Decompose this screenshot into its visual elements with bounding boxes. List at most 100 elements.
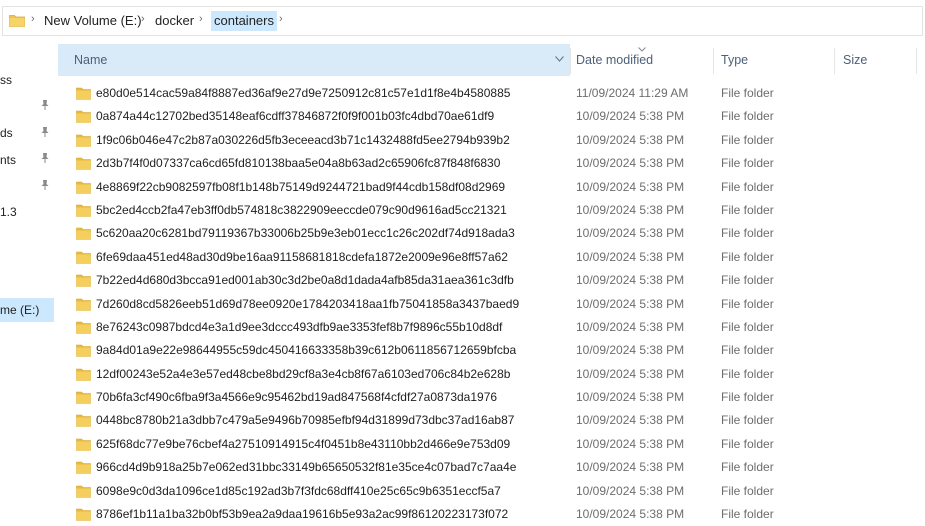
- file-type: File folder: [721, 179, 774, 194]
- column-header-type[interactable]: Type: [721, 44, 748, 76]
- file-date-modified: 10/09/2024 5:38 PM: [576, 156, 685, 171]
- file-name: 7d260d8cd5826eeb51d69d78ee0920e178420341…: [96, 296, 520, 311]
- list-item[interactable]: 9a84d01a9e22e98644955c59dc450416633358b3…: [58, 339, 925, 362]
- folder-icon: [76, 391, 91, 404]
- list-item[interactable]: 6fe69daa451ed48ad30d9be16aa91158681818cd…: [58, 246, 925, 269]
- nav-item-1[interactable]: ss: [0, 73, 12, 87]
- nav-item-3[interactable]: nts: [0, 153, 16, 167]
- file-name: 1f9c06b046e47c2b87a030226d5fb3eceeacd3b7…: [96, 132, 510, 147]
- breadcrumb-docker[interactable]: docker: [152, 11, 197, 31]
- folder-icon: [76, 134, 91, 147]
- nav-item-2[interactable]: ds: [0, 126, 13, 140]
- column-dropdown-icon[interactable]: [555, 56, 564, 62]
- list-item[interactable]: 2d3b7f4f0d07337ca6cd65fd810138baa5e04a8b…: [58, 152, 925, 175]
- folder-icon: [76, 321, 91, 334]
- column-divider[interactable]: [570, 48, 571, 74]
- folder-icon: [76, 87, 91, 100]
- file-type: File folder: [721, 390, 774, 405]
- file-type: File folder: [721, 226, 774, 241]
- file-type: File folder: [721, 343, 774, 358]
- chevron-right-icon[interactable]: ›: [31, 13, 35, 25]
- file-date-modified: 10/09/2024 5:38 PM: [576, 273, 685, 288]
- file-date-modified: 10/09/2024 5:38 PM: [576, 483, 685, 498]
- file-name: e80d0e514cac59a84f8887ed36af9e27d9e72509…: [96, 86, 511, 100]
- column-divider[interactable]: [834, 48, 835, 74]
- file-type: File folder: [721, 156, 774, 171]
- list-item[interactable]: 4e8869f22cb9082597fb08f1b148b75149d92447…: [58, 176, 925, 199]
- file-name: 5bc2ed4ccb2fa47eb3ff0db574818c3822909eec…: [96, 202, 507, 217]
- column-header-date-modified[interactable]: Date modified: [576, 44, 653, 76]
- list-item[interactable]: 70b6fa3cf490c6fba9f3a4566e9c95462bd19ad8…: [58, 386, 925, 409]
- folder-icon: [76, 111, 91, 124]
- list-item[interactable]: 5c620aa20c6281bd79119367b33006b25b9e3eb0…: [58, 222, 925, 245]
- folder-icon: [76, 438, 91, 451]
- folder-icon: [76, 508, 91, 521]
- file-type: File folder: [721, 483, 774, 498]
- file-date-modified: 10/09/2024 5:38 PM: [576, 319, 685, 334]
- pin-icon[interactable]: [39, 126, 51, 138]
- navigation-pane: ss ds nts 1.3 me (E:): [0, 40, 58, 526]
- list-item[interactable]: 8786ef1b11a1ba32b0bf53b9ea2a9daa19616b5e…: [58, 503, 925, 526]
- folder-icon: [76, 485, 91, 498]
- file-name: 12df00243e52a4e3e57ed48cbe8bd29cf8a3e4cb…: [96, 366, 511, 381]
- file-date-modified: 10/09/2024 5:38 PM: [576, 226, 685, 241]
- pin-icon[interactable]: [39, 179, 51, 191]
- nav-item-new-volume[interactable]: me (E:): [0, 298, 54, 322]
- list-item[interactable]: 7d260d8cd5826eeb51d69d78ee0920e178420341…: [58, 293, 925, 316]
- list-item[interactable]: 625f68dc77e9be76cbef4a27510914915c4f0451…: [58, 433, 925, 456]
- file-type: File folder: [721, 273, 774, 288]
- list-item[interactable]: 7b22ed4d680d3bcca91ed001ab30c3d2be0a8d1d…: [58, 269, 925, 292]
- file-date-modified: 10/09/2024 5:38 PM: [576, 202, 685, 217]
- address-bar[interactable]: › New Volume (E:) › docker › containers …: [2, 6, 923, 36]
- folder-icon: [76, 461, 91, 475]
- list-item[interactable]: 0448bc8780b21a3dbb7c479a5e9496b70985efbf…: [58, 409, 925, 432]
- folder-icon: [76, 298, 91, 311]
- file-type: File folder: [721, 319, 774, 334]
- pin-icon[interactable]: [39, 99, 51, 111]
- file-type: File folder: [721, 296, 774, 311]
- file-type: File folder: [721, 249, 774, 264]
- file-date-modified: 10/09/2024 5:38 PM: [576, 366, 685, 381]
- file-date-modified: 10/09/2024 5:38 PM: [576, 343, 685, 358]
- file-type: File folder: [721, 436, 774, 451]
- file-type: File folder: [721, 109, 774, 124]
- file-date-modified: 10/09/2024 5:38 PM: [576, 249, 685, 264]
- list-item[interactable]: 8e76243c0987bdcd4e3a1d9ee3dccc493dfb9ae3…: [58, 316, 925, 339]
- nav-item-4[interactable]: 1.3: [0, 205, 17, 219]
- file-date-modified: 10/09/2024 5:38 PM: [576, 460, 685, 475]
- column-divider[interactable]: [916, 48, 917, 74]
- file-date-modified: 10/09/2024 5:38 PM: [576, 436, 685, 451]
- list-item[interactable]: 5bc2ed4ccb2fa47eb3ff0db574818c3822909eec…: [58, 199, 925, 222]
- list-item[interactable]: 6098e9c0d3da1096ce1d85c192ad3b7f3fdc68df…: [58, 480, 925, 503]
- column-header-size[interactable]: Size: [843, 44, 867, 76]
- list-item[interactable]: 0a874a44c12702bed35148eaf6cdff37846872f0…: [58, 105, 925, 128]
- pin-icon[interactable]: [39, 152, 51, 164]
- file-name: 7b22ed4d680d3bcca91ed001ab30c3d2be0a8d1d…: [96, 273, 514, 288]
- breadcrumb-containers[interactable]: containers: [211, 11, 277, 31]
- file-name: 4e8869f22cb9082597fb08f1b148b75149d92447…: [96, 179, 506, 194]
- list-item[interactable]: 966cd4d9b918a25b7e062ed31bbc33149b656505…: [58, 456, 925, 479]
- file-name: 966cd4d9b918a25b7e062ed31bbc33149b656505…: [96, 460, 517, 475]
- file-date-modified: 10/09/2024 5:38 PM: [576, 179, 685, 194]
- list-item[interactable]: 12df00243e52a4e3e57ed48cbe8bd29cf8a3e4cb…: [58, 363, 925, 386]
- file-name: 6fe69daa451ed48ad30d9be16aa91158681818cd…: [96, 249, 508, 264]
- chevron-right-icon[interactable]: ›: [199, 13, 203, 25]
- file-name: 70b6fa3cf490c6fba9f3a4566e9c95462bd19ad8…: [96, 390, 498, 405]
- file-name: 0a874a44c12702bed35148eaf6cdff37846872f0…: [96, 109, 495, 124]
- file-list: e80d0e514cac59a84f8887ed36af9e27d9e72509…: [58, 82, 925, 526]
- file-date-modified: 11/09/2024 11:29 AM: [576, 86, 689, 100]
- folder-icon: [76, 181, 91, 194]
- breadcrumb-new-volume[interactable]: New Volume (E:): [41, 11, 145, 31]
- list-item[interactable]: 1f9c06b046e47c2b87a030226d5fb3eceeacd3b7…: [58, 129, 925, 152]
- list-item[interactable]: e80d0e514cac59a84f8887ed36af9e27d9e72509…: [58, 82, 925, 105]
- folder-icon: [9, 15, 25, 27]
- chevron-right-icon[interactable]: ›: [279, 13, 283, 25]
- file-date-modified: 10/09/2024 5:38 PM: [576, 390, 685, 405]
- column-header-name[interactable]: Name: [58, 44, 570, 76]
- column-divider[interactable]: [713, 48, 714, 74]
- file-type: File folder: [721, 202, 774, 217]
- chevron-right-icon[interactable]: ›: [141, 13, 145, 25]
- file-name: 2d3b7f4f0d07337ca6cd65fd810138baa5e04a8b…: [96, 156, 501, 171]
- file-name: 0448bc8780b21a3dbb7c479a5e9496b70985efbf…: [96, 413, 515, 428]
- folder-icon: [76, 228, 91, 241]
